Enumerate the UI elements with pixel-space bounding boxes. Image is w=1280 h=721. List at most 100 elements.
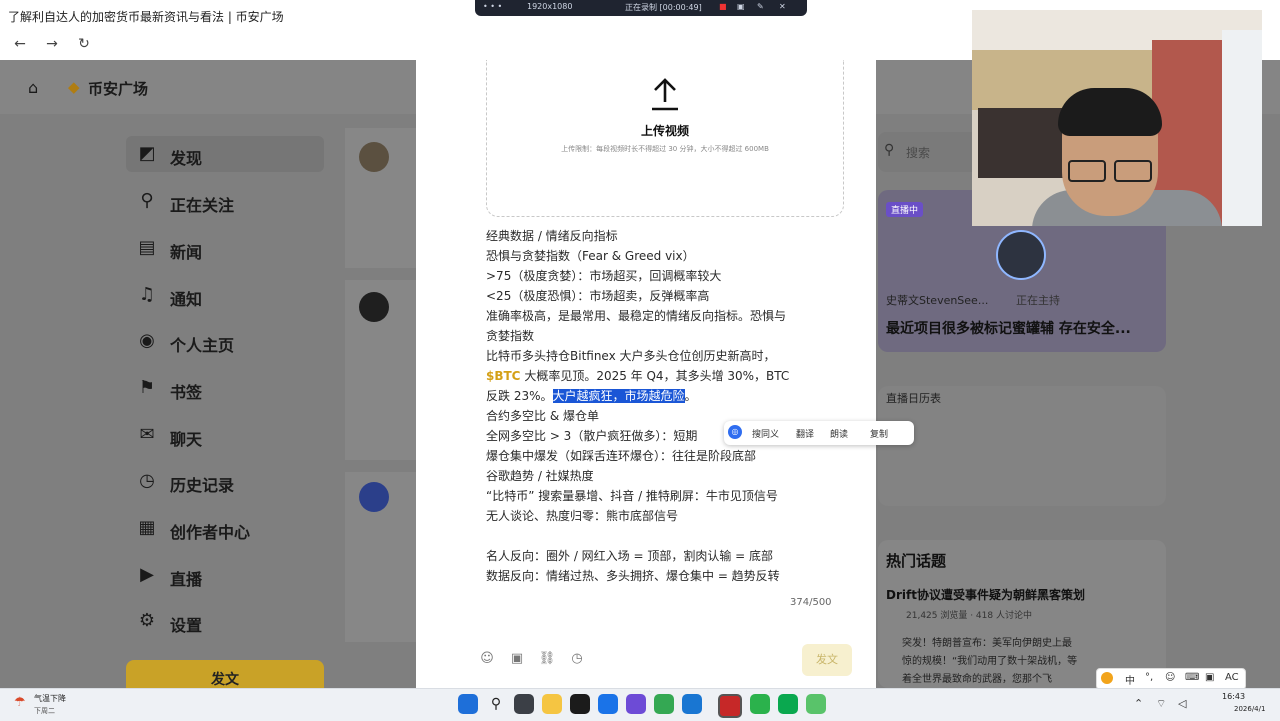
post-text-line[interactable]: 比特币多头持仓Bitfinex 大户多头仓位创历史新高时，: [486, 346, 776, 366]
btc-cashtag[interactable]: $BTC: [486, 369, 521, 383]
sidebar-item-bookmarks[interactable]: ⚑ 书签: [136, 371, 326, 405]
context-menu-item[interactable]: 搜同义: [752, 427, 779, 440]
sidebar-item-live[interactable]: ▶ 直播: [136, 558, 326, 592]
context-menu-item[interactable]: 复制: [870, 427, 888, 440]
live-title[interactable]: 最近项目很多被标记蜜罐辅 存在安全...: [886, 318, 1131, 338]
ai-assistant-icon[interactable]: ◎: [728, 425, 742, 439]
context-menu-item[interactable]: 朗读: [830, 427, 848, 440]
avatar[interactable]: [359, 292, 389, 322]
post-text-line[interactable]: 合约多空比 & 爆仓单: [486, 406, 599, 426]
sidebar-item-settings[interactable]: ⚙ 设置: [136, 604, 326, 638]
post-text-line[interactable]: <25（极度恐惧）：市场超卖，反弹概率高: [486, 286, 709, 306]
app-icon[interactable]: [778, 694, 798, 714]
post-text-line-selected[interactable]: 反跌 23%。大户越疯狂，市场越危险。: [486, 386, 697, 406]
sidebar-item-following[interactable]: ⚲ 正在关注: [136, 184, 326, 218]
volume-icon[interactable]: ◁: [1178, 697, 1186, 710]
post-text-line-btc[interactable]: $BTC 大概率见顶。2025 年 Q4，其多头增 30%，BTC: [486, 366, 789, 386]
app-icon[interactable]: [806, 694, 826, 714]
ime-punctuation-icon[interactable]: °,: [1145, 672, 1153, 683]
sidebar-item-notifications[interactable]: ♫ 通知: [136, 278, 326, 312]
sidebar-item-news[interactable]: ▤ 新闻: [136, 231, 326, 265]
send-post-button[interactable]: 发文: [802, 644, 852, 676]
hot-topic-title[interactable]: Drift协议遭受事件疑为朝鲜黑客策划: [886, 586, 1085, 603]
tab-title[interactable]: 了解利自达人的加密货币最新资讯与看法 | 币安广场: [8, 8, 284, 25]
emoji-icon[interactable]: ☺: [478, 650, 496, 668]
tray-date[interactable]: 2026/4/1: [1234, 705, 1265, 713]
post-text-line[interactable]: “比特币” 搜索量暴增、抖音 / 推特刷屏：牛市见顶信号: [486, 486, 778, 506]
app-icon[interactable]: [626, 694, 646, 714]
live-author[interactable]: 史蒂文StevenSee...: [886, 292, 988, 308]
hot-snippet[interactable]: 惊的规模！“我们动用了数十架战机，等: [902, 652, 1077, 667]
recording-status: 正在录制 [00:00:49]: [625, 3, 702, 12]
start-icon[interactable]: [458, 694, 478, 714]
post-text-line[interactable]: 经典数据 / 情绪反向指标: [486, 226, 618, 246]
hot-snippet[interactable]: 突发！特朗普宣布：美军向伊朗史上最: [902, 634, 1072, 649]
recorder-app-icon[interactable]: [718, 694, 742, 718]
store-icon[interactable]: [598, 694, 618, 714]
post-text-line[interactable]: 恐惧与贪婪指数（Fear & Greed vix）: [486, 246, 695, 266]
post-text-line[interactable]: 全网多空比 > 3（散户疯狂做多）：短期: [486, 426, 697, 446]
sidebar-item-profile[interactable]: ◉ 个人主页: [136, 324, 326, 358]
ime-skin-icon[interactable]: ▣: [1205, 672, 1214, 683]
chrome-icon[interactable]: [654, 694, 674, 714]
bell-icon: ♫: [138, 284, 156, 305]
edge-icon[interactable]: [682, 694, 702, 714]
post-text-line[interactable]: 准确率极高，是最常用、最稳定的情绪反向指标。恐惧与: [486, 306, 786, 326]
sidebar-item-history[interactable]: ◷ 历史记录: [136, 464, 326, 498]
network-icon[interactable]: ⌔: [1156, 697, 1166, 711]
context-menu-item[interactable]: 翻译: [796, 427, 814, 440]
ime-keyboard-icon[interactable]: ⌨: [1185, 672, 1199, 683]
post-text-line[interactable]: >75（极度贪婪）：市场超买，回调概率较大: [486, 266, 721, 286]
avatar[interactable]: [359, 142, 389, 172]
live-icon: ▶: [140, 564, 154, 585]
pen-icon[interactable]: ✎: [757, 2, 764, 11]
search-taskbar-icon[interactable]: ⚲: [486, 694, 506, 714]
schedule-icon[interactable]: ◷: [568, 650, 586, 668]
ime-label[interactable]: AC: [1225, 672, 1239, 683]
weather-icon[interactable]: ☂: [14, 695, 26, 710]
square-logo-text[interactable]: 币安广场: [88, 78, 148, 99]
video-upload-area[interactable]: 上传视频 上传限制：每段视频时长不得超过 30 分钟，大小不得超过 600MB: [486, 60, 844, 217]
wechat-icon[interactable]: [750, 694, 770, 714]
weather-text[interactable]: 气温下降: [34, 693, 66, 704]
ime-emoji-icon[interactable]: ☺: [1165, 672, 1175, 683]
forward-icon[interactable]: →: [42, 36, 62, 52]
avatar[interactable]: [359, 482, 389, 512]
following-icon: ⚲: [140, 190, 154, 211]
post-text-line[interactable]: 贪婪指数: [486, 326, 534, 346]
reload-icon[interactable]: ↻: [74, 36, 94, 52]
post-text-line[interactable]: 爆仓集中爆发（如踩舌连环爆仓）：往往是阶段底部: [486, 446, 756, 466]
home-icon[interactable]: ⌂: [28, 78, 38, 97]
post-text-line[interactable]: 谷歌趋势 / 社媒热度: [486, 466, 594, 486]
post-text-line[interactable]: 无人谈论、热度归零：熊市底部信号: [486, 506, 678, 526]
tray-chevron-icon[interactable]: ⌃: [1134, 697, 1143, 710]
post-text-line[interactable]: 数据反向：情绪过热、多头拥挤、爆仓集中 = 趋势反转: [486, 566, 780, 586]
record-stop-icon[interactable]: ■: [719, 2, 727, 11]
webcam-glasses-right: [1114, 160, 1152, 182]
live-status: 正在主持: [1016, 294, 1060, 307]
sidebar-item-chat[interactable]: ✉ 聊天: [136, 418, 326, 452]
link-icon[interactable]: ⛓: [538, 650, 556, 668]
search-icon: ⚲: [884, 142, 895, 158]
task-view-icon[interactable]: [514, 694, 534, 714]
live-host-avatar[interactable]: [996, 230, 1046, 280]
back-icon[interactable]: ←: [10, 36, 30, 52]
ime-logo-icon[interactable]: [1101, 672, 1113, 684]
webcam-overlay: [972, 10, 1262, 226]
live-calendar-title[interactable]: 直播日历表: [886, 390, 941, 406]
close-icon[interactable]: ✕: [779, 2, 786, 11]
sidebar-item-creator-center[interactable]: ▦ 创作者中心: [136, 511, 326, 545]
ime-mode[interactable]: 中: [1125, 672, 1135, 687]
post-text-line[interactable]: 名人反向：圈外 / 网红入场 = 顶部，割肉认输 = 底部: [486, 546, 773, 566]
image-icon[interactable]: ▣: [508, 650, 526, 668]
camera-icon[interactable]: ▣: [737, 2, 745, 11]
tray-time[interactable]: 16:43: [1222, 692, 1245, 701]
file-explorer-icon[interactable]: [542, 694, 562, 714]
selected-text[interactable]: 大户越疯狂，市场越危险: [552, 389, 685, 403]
ime-toolbar: 中 °, ☺ ⌨ ▣ AC: [1096, 668, 1246, 690]
recording-resolution: 1920x1080: [527, 2, 573, 11]
binance-app-icon[interactable]: [570, 694, 590, 714]
news-icon: ▤: [138, 237, 156, 258]
sidebar-item-discover[interactable]: ◩ 发现: [136, 137, 326, 171]
hot-snippet[interactable]: 着全世界最致命的武器，您那个飞: [902, 670, 1052, 685]
